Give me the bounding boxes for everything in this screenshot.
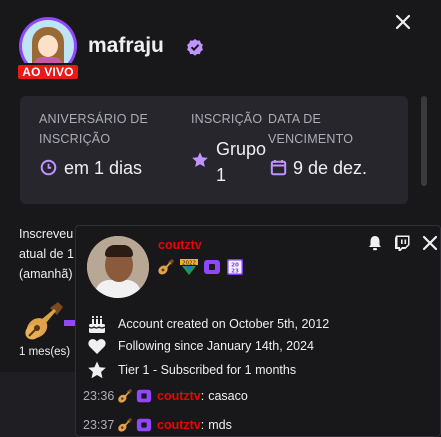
expiry-label-2: VENCIMENTO xyxy=(268,132,354,146)
chat-username[interactable]: coutztv xyxy=(157,418,201,432)
chat-message: 23:37 coutztv : mds xyxy=(83,415,232,435)
chat-separator: : xyxy=(200,389,205,403)
tier-text: Tier 1 - Subscribed for 1 months xyxy=(118,363,297,377)
scrollbar[interactable] xyxy=(421,96,427,186)
popup-avatar[interactable] xyxy=(87,236,149,298)
tier-label: INSCRIÇÃO xyxy=(191,112,263,126)
tier-value-2: 1 xyxy=(216,165,227,185)
year-2023-badge-icon: 20 23 xyxy=(227,259,243,275)
svg-text:20: 20 xyxy=(231,262,239,268)
chat-timestamp: 23:36 xyxy=(83,389,115,403)
subscriber-badge-icon xyxy=(136,418,152,432)
star-icon xyxy=(88,361,106,379)
expiry-label-1: DATA DE xyxy=(268,112,322,126)
popup-badges: 2022 20 23 xyxy=(157,258,244,276)
subscription-card: AO VIVO mafraju ANIVERSÁRIO DE INSCRIÇÃO… xyxy=(0,0,441,437)
star-icon xyxy=(192,152,208,167)
live-badge: AO VIVO xyxy=(16,63,80,81)
anniversary-value: em 1 dias xyxy=(64,158,143,178)
month-label: 1 mes(es) xyxy=(19,346,71,358)
subscriber-badge-icon xyxy=(136,389,152,403)
chat-separator: : xyxy=(200,418,205,432)
svg-text:23: 23 xyxy=(231,269,239,275)
chat-text: casaco xyxy=(208,389,248,403)
verified-badge-icon xyxy=(187,39,203,56)
guitar-badge-icon xyxy=(25,302,63,340)
guitar-badge-icon xyxy=(158,259,174,275)
chat-message: 23:36 coutztv : casaco xyxy=(83,386,248,406)
following-since-row: Following since January 14th, 2024 xyxy=(87,336,314,356)
year-2022-badge-icon: 2022 xyxy=(180,259,198,275)
subscriber-badge-icon xyxy=(204,260,220,274)
tier-row: Tier 1 - Subscribed for 1 months xyxy=(87,360,296,380)
channel-username[interactable]: mafraju xyxy=(88,34,164,58)
expiry-value: 9 de dez. xyxy=(293,158,368,178)
bell-icon[interactable] xyxy=(366,234,384,252)
clock-icon xyxy=(40,159,57,176)
guitar-badge-icon xyxy=(118,417,133,432)
calendar-icon xyxy=(270,160,287,176)
cake-icon xyxy=(88,315,106,333)
chat-username[interactable]: coutztv xyxy=(157,389,201,403)
anniversary-label-1: ANIVERSÁRIO DE xyxy=(39,112,149,126)
close-popup-icon[interactable] xyxy=(421,234,439,252)
popup-username[interactable]: coutztv xyxy=(158,238,202,252)
close-icon[interactable] xyxy=(393,12,413,32)
chat-text: mds xyxy=(208,418,232,432)
chat-timestamp: 23:37 xyxy=(83,418,115,432)
user-card-popup: coutztv 2022 20 23 Account created on Oc… xyxy=(75,225,441,437)
guitar-badge-icon xyxy=(118,388,133,403)
account-created-text: Account created on October 5th, 2012 xyxy=(118,317,330,331)
following-since-text: Following since January 14th, 2024 xyxy=(118,339,314,353)
subscription-details-panel: ANIVERSÁRIO DE INSCRIÇÃO em 1 dias INSCR… xyxy=(20,96,408,204)
anniversary-label-2: INSCRIÇÃO xyxy=(39,132,111,146)
bottom-strip xyxy=(0,372,80,437)
twitch-icon[interactable] xyxy=(393,234,411,252)
svg-text:2022: 2022 xyxy=(182,260,196,266)
tier-value-1: Grupo xyxy=(216,139,267,159)
heart-icon xyxy=(88,339,106,354)
account-created-row: Account created on October 5th, 2012 xyxy=(87,314,329,334)
